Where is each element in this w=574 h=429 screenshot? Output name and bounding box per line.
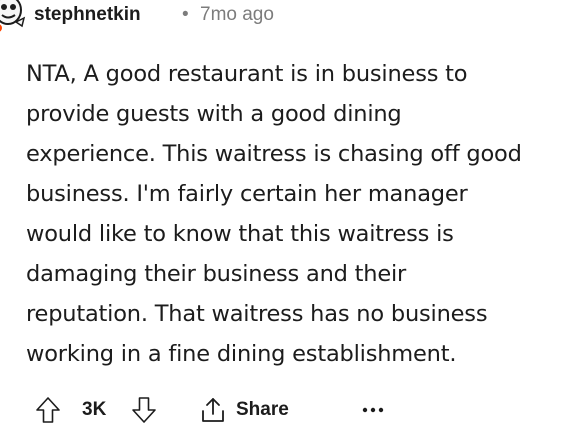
avatar-icon[interactable] — [0, 0, 28, 36]
more-options-button[interactable] — [358, 393, 388, 427]
more-options-icon — [362, 407, 384, 413]
comment-age: 7mo ago — [200, 4, 274, 25]
share-button[interactable]: Share — [200, 393, 289, 427]
comment-body-line: NTA, A good restaurant is in business to — [26, 61, 468, 87]
share-label: Share — [236, 399, 289, 420]
comment-body-line: working in a fine dining establishment. — [26, 341, 457, 367]
upvote-arrow-icon — [36, 397, 60, 423]
downvote-button[interactable] — [126, 393, 162, 427]
comment-body-line: would like to know that this waitress is — [26, 221, 454, 247]
downvote-arrow-icon — [132, 397, 156, 423]
meta-separator: • — [182, 4, 189, 25]
comment-body-line: damaging their business and their — [26, 261, 407, 287]
share-icon — [202, 398, 224, 422]
comment-body: NTA, A good restaurant is in business to… — [26, 54, 574, 374]
comment-body-line: business. I'm fairly certain her manager — [26, 181, 468, 207]
upvote-button[interactable] — [30, 393, 66, 427]
username[interactable]: stephnetkin — [34, 4, 141, 26]
comment-body-line: reputation. That waitress has no busines… — [26, 301, 488, 327]
comment-body-line: experience. This waitress is chasing off… — [26, 141, 522, 167]
comment: stephnetkin • 7mo ago NTA, A good restau… — [0, 0, 574, 424]
comment-body-line: provide guests with a good dining — [26, 101, 402, 127]
vote-score: 3K — [82, 399, 107, 420]
